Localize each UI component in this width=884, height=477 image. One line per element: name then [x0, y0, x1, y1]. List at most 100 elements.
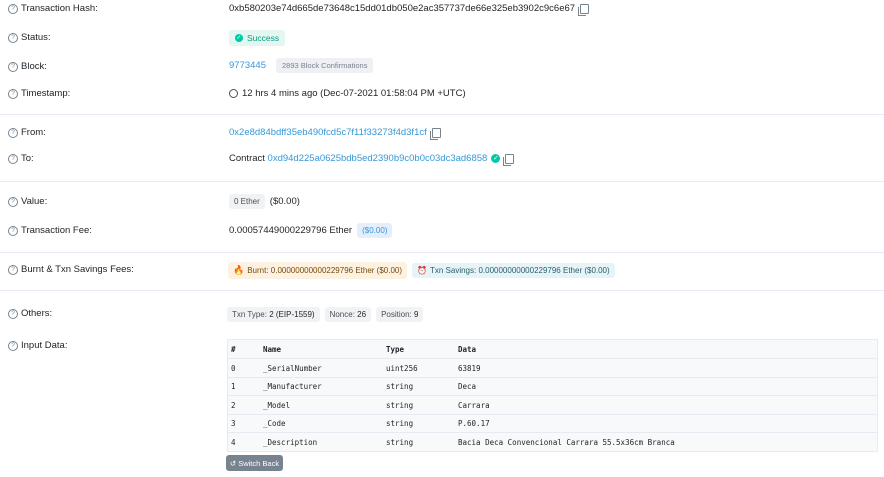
others-label: ? Others: [8, 308, 52, 319]
timestamp-label-text: Timestamp: [21, 88, 71, 99]
table-row: 3 _Code string P.60.17 [228, 414, 877, 433]
table-row: 2 _Model string Carrara [228, 396, 877, 415]
fee-label: ? Transaction Fee: [8, 225, 92, 236]
position-value: 9 [414, 310, 419, 319]
txn-type-key: Txn Type: [232, 310, 267, 319]
cell-type: string [386, 418, 414, 428]
tx-hash-label: ? Transaction Hash: [8, 3, 98, 14]
input-data-table: # Name Type Data 0 _SerialNumber uint256… [227, 339, 878, 452]
block-row: ? Block: 9773445 2893 Block Confirmations [0, 58, 884, 74]
divider [0, 114, 884, 115]
timestamp-row: ? Timestamp: 12 hrs 4 mins ago (Dec-07-20… [0, 88, 884, 102]
to-label-text: To: [21, 153, 34, 164]
help-icon[interactable]: ? [8, 32, 18, 43]
divider [0, 181, 884, 182]
help-icon[interactable]: ? [8, 340, 18, 351]
help-icon[interactable]: ? [8, 127, 18, 138]
help-icon[interactable]: ? [8, 153, 18, 164]
help-icon[interactable]: ? [8, 88, 18, 99]
status-text: Success [247, 33, 280, 43]
position-badge: Position: 9 [376, 307, 424, 322]
header-type: Type [386, 344, 405, 354]
txn-type-value: 2 (EIP-1559) [269, 310, 315, 319]
cell-index: 4 [231, 437, 236, 447]
to-row: ? To: Contract 0xd94d225a0625bdb5ed2390b9… [0, 153, 884, 167]
fire-icon: 🔥 [233, 265, 245, 275]
others-row: ? Others: Txn Type: 2 (EIP-1559) Nonce: 2… [0, 307, 884, 323]
table-row: 0 _SerialNumber uint256 63819 [228, 359, 877, 378]
position-key: Position: [381, 310, 412, 319]
cell-type: string [386, 381, 414, 391]
cell-name: _Model [263, 400, 291, 410]
switch-icon: ↺ [229, 458, 237, 468]
fee-usd-badge: ($0.00) [357, 223, 393, 238]
help-icon[interactable]: ? [8, 61, 18, 72]
divider [0, 290, 884, 291]
table-row: 4 _Description string Bacia Deca Convenc… [228, 433, 877, 451]
value-row: ? Value: 0 Ether ($0.00) [0, 194, 884, 210]
cell-name: _Manufacturer [263, 381, 322, 391]
table-row: 1 _Manufacturer string Deca [228, 377, 877, 396]
to-address-link[interactable]: 0xd94d225a0625bdb5ed2390b9c0b0c03dc3ad68… [268, 153, 488, 164]
help-icon[interactable]: ? [8, 3, 18, 14]
block-confirmations-badge: 2893 Block Confirmations [275, 58, 374, 73]
burnt-label-text: Burnt & Txn Savings Fees: [21, 264, 134, 275]
copy-icon[interactable] [578, 3, 590, 16]
divider [0, 252, 884, 253]
cell-data: Carrara [458, 400, 490, 410]
help-icon[interactable]: ? [8, 308, 18, 319]
block-number-link[interactable]: 9773445 [229, 60, 266, 71]
cell-type: string [386, 437, 414, 447]
txn-type-badge: Txn Type: 2 (EIP-1559) [227, 307, 320, 322]
input-label: ? Input Data: [8, 340, 67, 351]
help-icon[interactable]: ? [8, 196, 18, 207]
cell-data: 63819 [458, 363, 481, 373]
savings-text: Txn Savings: 0.00000000000229796 Ether (… [429, 266, 610, 275]
switch-back-label: Switch Back [238, 458, 280, 468]
input-label-text: Input Data: [21, 340, 68, 351]
status-row: ? Status: ✓ Success [0, 30, 884, 46]
cell-index: 3 [231, 418, 236, 428]
burnt-label: ? Burnt & Txn Savings Fees: [8, 264, 134, 275]
burnt-badge: 🔥 Burnt: 0.00000000000229796 Ether ($0.00… [228, 262, 408, 279]
help-icon[interactable]: ? [8, 225, 18, 236]
savings-badge: ⏰ Txn Savings: 0.00000000000229796 Ether … [412, 263, 615, 278]
others-label-text: Others: [21, 308, 53, 319]
value-ether-badge: 0 Ether [229, 194, 265, 209]
nonce-key: Nonce: [329, 310, 355, 319]
cell-name: _SerialNumber [263, 363, 322, 373]
from-label: ? From: [8, 127, 46, 138]
fee-value: 0.00057449000229796 Ether [229, 225, 353, 236]
status-label: ? Status: [8, 32, 51, 43]
cell-data: Bacia Deca Convencional Carrara 55.5x36c… [458, 437, 675, 447]
savings-icon: ⏰ [417, 266, 427, 275]
header-name: Name [263, 344, 282, 354]
from-address-link[interactable]: 0x2e8d84bdff35eb490fcd5c7f11f33273f4d3f1… [229, 127, 427, 138]
tx-hash-row: ? Transaction Hash: 0xb580203e74d665de736… [0, 3, 884, 17]
cell-name: _Description [263, 437, 318, 447]
fee-label-text: Transaction Fee: [21, 225, 92, 236]
burnt-row: ? Burnt & Txn Savings Fees: 🔥 Burnt: 0.000… [0, 262, 884, 279]
cell-index: 2 [231, 400, 236, 410]
status-badge: ✓ Success [229, 30, 286, 46]
block-label: ? Block: [8, 61, 47, 72]
cell-name: _Code [263, 418, 286, 428]
tx-hash-value: 0xb580203e74d665de73648c15dd01db050e2ac3… [229, 3, 576, 14]
cell-data: P.60.17 [458, 418, 490, 428]
burnt-text: Burnt: 0.00000000000229796 Ether ($0.00) [247, 266, 403, 275]
check-circle-icon: ✓ [235, 34, 243, 42]
help-icon[interactable]: ? [8, 264, 18, 275]
switch-back-button[interactable]: ↺ Switch Back [226, 455, 283, 471]
copy-icon[interactable] [429, 127, 441, 140]
timestamp-label: ? Timestamp: [8, 88, 70, 99]
from-row: ? From: 0x2e8d84bdff35eb490fcd5c7f11f3327… [0, 127, 884, 141]
to-label: ? To: [8, 153, 34, 164]
value-label: ? Value: [8, 196, 47, 207]
from-label-text: From: [21, 127, 46, 138]
timestamp-value: 12 hrs 4 mins ago (Dec-07-2021 01:58:04 … [242, 88, 466, 99]
copy-icon[interactable] [503, 153, 515, 166]
cell-index: 0 [231, 363, 236, 373]
block-label-text: Block: [21, 61, 47, 72]
header-index: # [231, 344, 236, 354]
value-label-text: Value: [21, 196, 48, 207]
